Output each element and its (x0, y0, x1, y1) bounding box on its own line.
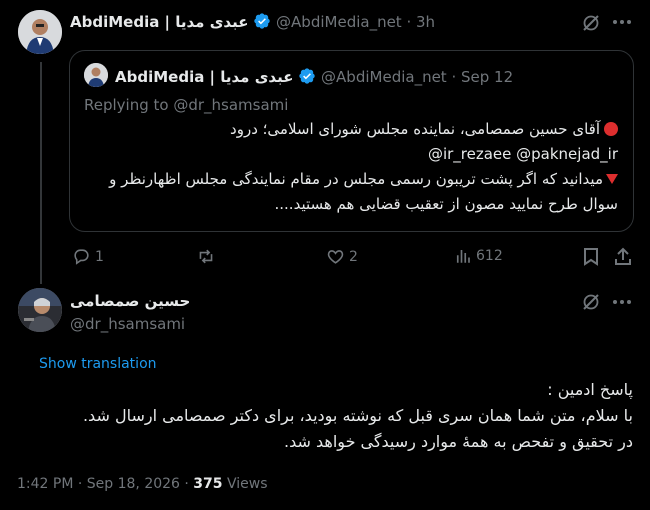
quoted-text-line-4: سوال طرح نمایید مصون از تعقیب قضایی هم ه… (275, 195, 619, 213)
main-views-count: 375 (193, 476, 223, 492)
main-body-line-3: در تحقیق و تفحص به همهٔ موارد رسیدگی خوا… (284, 432, 633, 451)
verified-badge-icon (299, 68, 315, 84)
red-circle-emoji (604, 122, 618, 136)
grok-icon[interactable] (581, 292, 601, 312)
main-author-name[interactable]: حسین صمصامی (70, 292, 190, 310)
quoted-avatar (84, 63, 108, 87)
replying-to: Replying to @dr_hsamsami (84, 96, 288, 114)
bookmark-icon[interactable] (583, 247, 599, 266)
red-triangle-emoji (606, 174, 618, 184)
quoted-author-name: AbdiMedia | عبدی مدیا (115, 68, 294, 86)
like-action[interactable]: 2 (326, 247, 358, 266)
avatar-image (18, 10, 62, 54)
like-count: 2 (349, 248, 358, 265)
quoted-line-4: سوال طرح نمایید مصون از تعقیب قضایی هم ه… (274, 195, 619, 213)
avatar[interactable] (18, 10, 62, 54)
replying-to-prefix: Replying to (84, 96, 174, 114)
share-icon[interactable] (614, 247, 632, 266)
reply-count: 1 (95, 248, 104, 265)
views-action[interactable]: 612 (454, 247, 503, 265)
more-icon[interactable] (612, 299, 632, 305)
tweet-time[interactable]: 3h (416, 13, 435, 31)
author-handle[interactable]: @AbdiMedia_net (276, 13, 402, 31)
quoted-avatar-image (84, 63, 108, 87)
main-body-line-2: با سلام، متن شما همان سری قبل که نوشته ب… (82, 406, 633, 425)
retweet-action[interactable] (196, 247, 220, 266)
verified-badge-icon (254, 13, 270, 29)
quoted-text-line-2: @ir_rezaee @paknejad_ir (428, 145, 618, 163)
dot-separator: · (451, 68, 462, 86)
show-translation-link[interactable]: Show translation (39, 356, 157, 372)
quoted-line-3: میدانید که اگر پشت تریبون رسمی مجلس در م… (109, 170, 603, 188)
main-timestamp-row: 1:42 PM · Sep 18, 2026 · 375 Views (17, 476, 268, 492)
quoted-tweet-header: AbdiMedia | عبدی مدیا @AbdiMedia_net · S… (115, 67, 513, 86)
reply-tweet-header: AbdiMedia | عبدی مدیا @AbdiMedia_net · 3… (70, 12, 435, 31)
quoted-date: Sep 12 (461, 68, 514, 86)
like-icon (327, 250, 344, 264)
reply-action[interactable]: 1 (72, 247, 104, 266)
main-timestamp[interactable]: 1:42 PM · Sep 18, 2026 · (17, 476, 193, 492)
quoted-text-line-3: میدانید که اگر پشت تریبون رسمی مجلس در م… (109, 170, 618, 188)
thread-line (40, 62, 42, 284)
more-icon[interactable] (612, 19, 632, 25)
quoted-text-line-1: آقای حسین صمصامی، نماینده مجلس شورای اسل… (230, 120, 618, 138)
dot-separator: · (406, 13, 417, 31)
main-avatar[interactable] (18, 288, 62, 332)
quoted-author-handle: @AbdiMedia_net (321, 68, 447, 86)
retweet-icon (199, 249, 213, 264)
quoted-mentions[interactable]: @ir_rezaee @paknejad_ir (428, 145, 618, 163)
main-avatar-image (18, 288, 62, 332)
reply-icon (74, 249, 89, 265)
grok-icon[interactable] (581, 13, 601, 33)
author-name[interactable]: AbdiMedia | عبدی مدیا (70, 13, 248, 31)
replying-to-handle[interactable]: @dr_hsamsami (173, 96, 288, 114)
views-icon (456, 250, 470, 263)
main-views-label: Views (222, 476, 268, 492)
quoted-line-1: آقای حسین صمصامی، نماینده مجلس شورای اسل… (230, 120, 600, 138)
main-body-line-1: پاسخ ادمین : (547, 380, 633, 399)
views-count: 612 (476, 248, 503, 264)
main-author-handle[interactable]: @dr_hsamsami (70, 315, 185, 333)
